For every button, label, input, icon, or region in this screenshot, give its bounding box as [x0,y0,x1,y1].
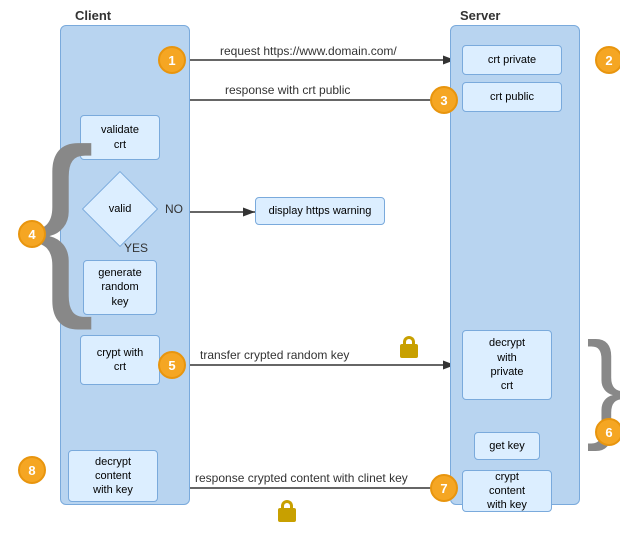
get-key-box: get key [474,432,540,460]
transfer-crypted-label: transfer crypted random key [200,348,349,362]
valid-label: valid [109,203,132,215]
crt-public-box: crt public [462,82,562,112]
request-label: request https://www.domain.com/ [220,44,397,58]
step-2-circle: 2 [595,46,620,74]
no-label: NO [165,202,183,216]
crypt-with-crt-box: crypt withcrt [80,335,160,385]
step-5-circle: 5 [158,351,186,379]
lock-icon-2 [278,500,296,522]
diagram: Client Server validatecrt valid generate… [0,0,620,535]
decrypt-content-box: decryptcontentwith key [68,450,158,502]
lock-icon-1 [400,336,418,358]
display-https-warning-box: display https warning [255,197,385,225]
valid-diamond-wrapper: valid [93,182,147,236]
yes-label: YES [124,241,148,255]
crypt-content-box: cryptcontentwith key [462,470,552,512]
step-1-circle: 1 [158,46,186,74]
crt-private-box: crt private [462,45,562,75]
step-4-circle: 4 [18,220,46,248]
step-8-circle: 8 [18,456,46,484]
server-label: Server [460,8,500,23]
response-crypted-label: response crypted content with clinet key [195,471,408,485]
brace-4: { [28,120,95,320]
step-6-circle: 6 [595,418,620,446]
decrypt-private-crt-box: decryptwithprivatecrt [462,330,552,400]
client-label: Client [75,8,111,23]
step-3-circle: 3 [430,86,458,114]
step-7-circle: 7 [430,474,458,502]
response-crt-label: response with crt public [225,83,350,97]
